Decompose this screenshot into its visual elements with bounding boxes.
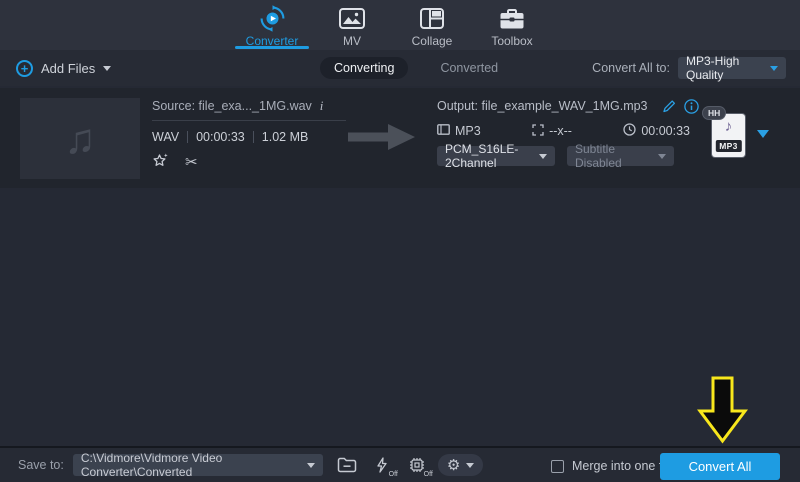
tab-converted[interactable]: Converted xyxy=(426,57,512,79)
tab-mv[interactable]: MV xyxy=(312,0,392,50)
lightning-icon xyxy=(377,457,387,473)
output-resolution: --x-- xyxy=(549,124,572,138)
converter-toolbar: + Add Files Converting Converted Convert… xyxy=(0,50,800,86)
convert-all-to-group: Convert All to: MP3-High Quality xyxy=(592,50,786,86)
mp3-file-icon: ♪ MP3 HH xyxy=(702,106,745,157)
collage-icon xyxy=(420,5,444,32)
convert-all-to-label: Convert All to: xyxy=(592,61,670,75)
chevron-down-icon xyxy=(466,462,475,468)
open-folder-button[interactable] xyxy=(336,455,358,475)
bottom-bar: Save to: C:\Vidmore\Vidmore Video Conver… xyxy=(0,446,800,482)
gear-icon: ⚙ xyxy=(446,456,461,474)
add-files-label: Add Files xyxy=(41,60,96,76)
mp3-file-label: MP3 xyxy=(715,140,742,152)
save-to-label: Save to: xyxy=(18,458,64,472)
toolbox-icon xyxy=(499,5,525,32)
chevron-down-icon xyxy=(770,65,778,71)
output-format: MP3 xyxy=(455,124,481,138)
chevron-down-icon xyxy=(539,153,547,159)
vidmore-converter-window: Converter MV Collage Toolbox + Add Files… xyxy=(0,0,800,482)
top-navigation: Converter MV Collage Toolbox xyxy=(0,0,800,50)
save-path-dropdown[interactable]: C:\Vidmore\Vidmore Video Converter\Conve… xyxy=(72,451,323,479)
subtitle-dropdown[interactable]: Subtitle Disabled xyxy=(567,142,674,170)
add-files-button[interactable]: + Add Files xyxy=(16,59,112,77)
file-list-area: ♫ Source: file_exa..._1MG.wav i WAV 00:0… xyxy=(0,86,800,446)
source-filename: Source: file_exa..._1MG.wav xyxy=(152,99,312,113)
source-size: 1.02 MB xyxy=(261,130,309,144)
chevron-down-icon xyxy=(103,65,112,71)
source-duration: 00:00:33 xyxy=(196,130,245,144)
tab-converting[interactable]: Converting xyxy=(320,57,409,79)
tab-toolbox-label: Toolbox xyxy=(491,34,533,48)
view-tabs: Converting Converted xyxy=(320,50,512,86)
output-info-icon[interactable] xyxy=(683,98,699,114)
output-file-preview: ♪ MP3 HH xyxy=(702,106,772,174)
tab-converter-label: Converter xyxy=(245,34,299,48)
media-info-icon[interactable]: i xyxy=(320,98,324,114)
tab-collage[interactable]: Collage xyxy=(392,0,472,50)
gpu-acceleration-state: Off xyxy=(423,471,433,478)
tab-mv-label: MV xyxy=(343,34,361,48)
source-info: Source: file_exa..._1MG.wav i WAV 00:00:… xyxy=(152,97,346,172)
source-format: WAV xyxy=(152,130,180,144)
merge-checkbox[interactable] xyxy=(551,459,564,473)
source-to-output-arrow-icon xyxy=(348,123,416,156)
main-tabs: Converter MV Collage Toolbox xyxy=(232,0,552,50)
small-note-icon: ♪ xyxy=(724,118,733,135)
save-path-value: C:\Vidmore\Vidmore Video Converter\Conve… xyxy=(80,451,223,479)
cut-scissors-icon[interactable]: ✂ xyxy=(185,155,198,170)
audio-codec-dropdown[interactable]: PCM_S16LE-2Channel xyxy=(437,142,555,170)
mv-icon xyxy=(339,5,365,32)
plus-icon: + xyxy=(16,59,33,77)
output-format-dropdown[interactable]: MP3-High Quality xyxy=(678,54,786,82)
folder-icon xyxy=(337,457,357,473)
divider xyxy=(252,131,254,143)
audio-codec-value: PCM_S16LE-2Channel xyxy=(445,142,519,170)
merge-into-one-file-toggle[interactable]: Merge into one file xyxy=(551,448,675,482)
tab-collage-label: Collage xyxy=(411,34,453,48)
chevron-down-icon xyxy=(306,462,315,468)
output-duration: 00:00:33 xyxy=(641,124,690,138)
source-thumbnail: ♫ xyxy=(20,98,140,179)
output-format-value: MP3-High Quality xyxy=(686,54,740,82)
resolution-icon xyxy=(532,123,544,139)
format-expand-chevron-icon[interactable] xyxy=(757,130,769,138)
chevron-down-icon xyxy=(658,153,666,159)
convert-all-button[interactable]: Convert All xyxy=(660,453,780,480)
hardware-acceleration-button[interactable]: Off xyxy=(371,455,398,478)
output-filename: Output: file_example_WAV_1MG.mp3 xyxy=(437,99,648,113)
settings-button[interactable]: ⚙ xyxy=(437,454,484,476)
clock-icon xyxy=(623,123,636,139)
rename-pencil-icon[interactable] xyxy=(662,99,676,113)
subtitle-value: Subtitle Disabled xyxy=(575,142,622,170)
output-info: Output: file_example_WAV_1MG.mp3 MP3 --x… xyxy=(437,97,699,170)
quality-badge: HH xyxy=(702,106,727,120)
format-icon xyxy=(437,124,450,138)
chip-icon xyxy=(409,458,424,472)
divider xyxy=(152,120,346,121)
hardware-acceleration-state: Off xyxy=(388,471,398,478)
music-note-icon: ♫ xyxy=(64,114,96,162)
file-row[interactable]: ♫ Source: file_exa..._1MG.wav i WAV 00:0… xyxy=(0,88,800,188)
converter-icon xyxy=(259,5,286,32)
tab-toolbox[interactable]: Toolbox xyxy=(472,0,552,50)
tab-converter[interactable]: Converter xyxy=(232,0,312,50)
gpu-acceleration-button[interactable]: Off xyxy=(406,455,433,478)
effects-star-icon[interactable] xyxy=(152,153,169,172)
divider xyxy=(187,131,189,143)
